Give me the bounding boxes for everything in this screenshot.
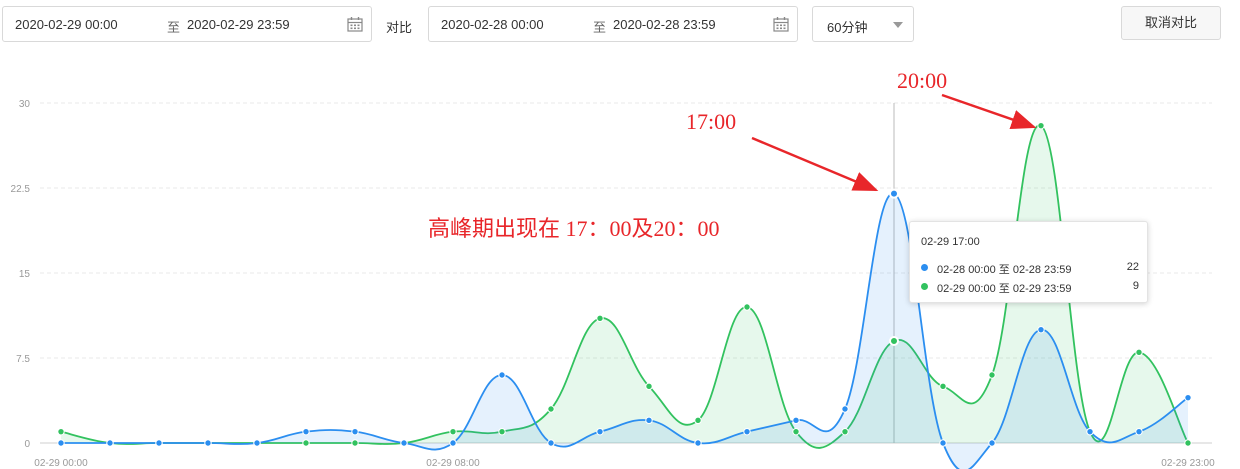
series-dot-icon [921, 283, 928, 290]
data-point-blue[interactable] [645, 416, 653, 425]
data-point-blue[interactable] [498, 371, 506, 379]
data-point-green[interactable] [547, 405, 555, 413]
data-point-blue[interactable] [988, 439, 996, 447]
x-axis: 02-29 00:00 02-29 08:00 02-29 23:00 [34, 458, 1215, 469]
y-axis: 0 7.5 15 22.5 30 [11, 99, 31, 450]
data-point-green[interactable] [939, 382, 947, 391]
tooltip-series-value: 9 [1132, 280, 1139, 292]
data-point-green[interactable] [1184, 439, 1192, 447]
data-point-blue[interactable] [1086, 427, 1094, 436]
annotation-layer: 17:00 20:00 高峰期出现在 17：00及20：00 [428, 68, 1037, 241]
data-point-blue[interactable] [449, 439, 457, 447]
data-point-blue[interactable] [1135, 427, 1143, 436]
tooltip-series-value: 22 [1126, 261, 1139, 273]
data-point-blue[interactable] [351, 427, 359, 436]
data-point-green[interactable] [1135, 348, 1143, 357]
data-point-green[interactable] [889, 336, 899, 346]
data-point-blue[interactable] [1184, 393, 1192, 402]
tooltip-series-name: 02-29 00:00 至 02-29 23:59 [937, 283, 1072, 295]
data-point-green[interactable] [1037, 121, 1045, 130]
data-point-blue[interactable] [253, 439, 261, 447]
data-point-blue[interactable] [841, 405, 849, 413]
peak-label-20: 20:00 [897, 68, 947, 93]
data-point-blue[interactable] [889, 188, 899, 199]
series-dot-icon [921, 264, 928, 271]
data-point-blue[interactable] [939, 439, 947, 447]
y-tick-label: 15 [19, 269, 31, 280]
data-point-green[interactable] [498, 427, 506, 436]
data-point-blue[interactable] [302, 427, 310, 436]
data-point-blue[interactable] [694, 439, 702, 447]
y-tick-label: 22.5 [11, 184, 31, 195]
data-point-green[interactable] [694, 416, 702, 425]
data-point-green[interactable] [302, 439, 310, 447]
x-tick-label: 02-29 23:00 [1161, 458, 1215, 469]
arrow-icon [751, 136, 879, 192]
data-point-blue[interactable] [1037, 325, 1045, 334]
chart-tooltip: 02-29 17:00 02-28 00:00 至 02-28 23:59 22… [909, 221, 1148, 303]
data-point-green[interactable] [645, 382, 653, 391]
data-point-green[interactable] [351, 439, 359, 447]
x-tick-label: 02-29 08:00 [426, 458, 480, 469]
data-point-blue[interactable] [596, 427, 604, 436]
arrow-icon [941, 93, 1037, 130]
data-point-blue[interactable] [155, 439, 163, 447]
data-point-green[interactable] [449, 427, 457, 436]
data-point-blue[interactable] [106, 439, 114, 447]
data-point-green[interactable] [988, 371, 996, 379]
y-tick-label: 30 [19, 99, 31, 110]
peak-note: 高峰期出现在 17：00及20：00 [428, 216, 720, 241]
peak-label-17: 17:00 [686, 109, 736, 134]
tooltip-row-blue: 02-28 00:00 至 02-28 23:59 22 [921, 261, 1139, 276]
data-point-green[interactable] [596, 314, 604, 323]
data-point-blue[interactable] [547, 439, 555, 447]
data-point-blue[interactable] [204, 439, 212, 447]
data-point-blue[interactable] [57, 439, 65, 447]
x-tick-label: 02-29 00:00 [34, 458, 88, 469]
data-point-blue[interactable] [743, 427, 751, 436]
y-tick-label: 0 [24, 439, 30, 450]
data-point-blue[interactable] [792, 416, 800, 425]
tooltip-row-green: 02-29 00:00 至 02-29 23:59 9 [921, 280, 1139, 295]
y-tick-label: 7.5 [16, 354, 30, 365]
tooltip-title: 02-29 17:00 [921, 236, 980, 248]
data-point-green[interactable] [57, 427, 65, 436]
data-point-green[interactable] [841, 427, 849, 436]
data-point-green[interactable] [743, 303, 751, 311]
data-point-blue[interactable] [400, 439, 408, 447]
tooltip-series-name: 02-28 00:00 至 02-28 23:59 [937, 264, 1072, 276]
data-point-green[interactable] [792, 427, 800, 436]
